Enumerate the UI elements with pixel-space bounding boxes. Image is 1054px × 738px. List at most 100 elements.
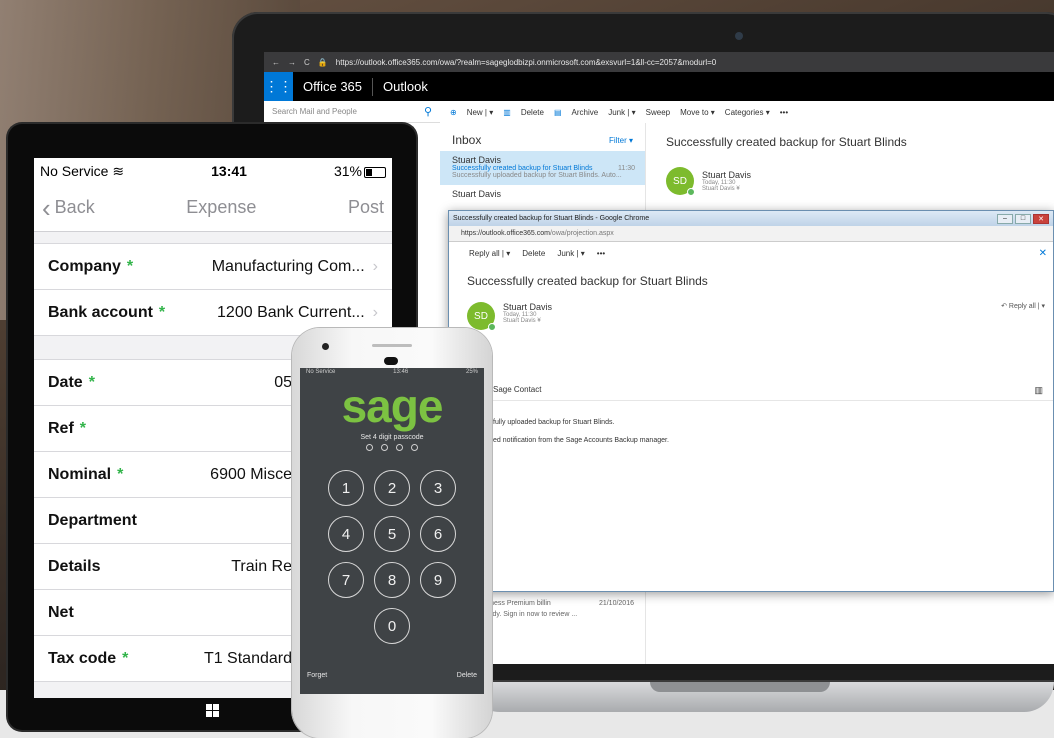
key-1[interactable]: 1 [328,470,364,506]
outlook-app-name[interactable]: Outlook [373,79,438,94]
passcode-dots [300,444,484,451]
new-mail-button[interactable]: New | ▾ [467,108,494,117]
search-mail-input[interactable]: Search Mail and People ⚲ [264,101,440,123]
field-company[interactable]: Company * Manufacturing Com... › [34,244,392,290]
presence-dot [488,323,496,331]
archive-button[interactable]: Archive [572,108,599,117]
sender-name[interactable]: Stuart Davis [503,302,552,312]
phone-speaker [384,357,398,365]
list-item[interactable]: Stuart Davis Successfully created backup… [440,151,645,185]
windows-logo-icon[interactable] [206,704,220,718]
field-value: Manufacturing Com... [211,257,365,275]
mail-time: 11:30 [618,165,635,172]
reply-all-link[interactable]: ↶ Reply all | ▾ [1001,302,1045,310]
new-plus-icon: ⊕ [450,107,457,117]
battery-percent: 31% [333,163,362,179]
mail-preview: Successfully uploaded backup for Stuart … [452,172,622,179]
key-6[interactable]: 6 [420,516,456,552]
office365-header: ⋮⋮ Office 365 Outlook [264,72,1054,101]
phone-camera [322,343,329,350]
phone-earpiece [372,344,412,347]
browser-url[interactable]: https://outlook.office365.com/owa/?realm… [336,58,717,67]
close-icon[interactable]: ✕ [1039,248,1047,259]
app-launcher-icon[interactable]: ⋮⋮ [264,72,293,101]
reply-all-button[interactable]: Reply all | ▾ [469,249,510,258]
avatar[interactable]: SD [467,302,496,331]
sweep-button[interactable]: Sweep [646,108,670,117]
forget-button[interactable]: Forget [307,672,327,679]
more-options-button[interactable]: ••• [780,108,788,117]
lock-icon: 🔒 [317,57,328,67]
sender-name[interactable]: Stuart Davis [702,170,751,180]
back-arrow-icon[interactable]: ← [272,58,280,67]
maximize-icon[interactable]: □ [1015,213,1031,224]
key-5[interactable]: 5 [374,516,410,552]
reading-subject: Successfully created backup for Stuart B… [666,135,907,149]
carrier-text: No Service [40,162,109,179]
field-value: T1 Standard [203,649,292,667]
avatar[interactable]: SD [666,167,695,196]
junk-button[interactable]: Junk | ▾ [608,108,635,117]
forward-arrow-icon[interactable]: → [288,58,296,67]
delete-button[interactable]: Delete [457,672,477,679]
status-time: 13:41 [211,163,247,179]
post-button[interactable]: Post [348,197,384,218]
passcode-dot [366,444,373,451]
email-body-line: fully uploaded backup for Stuart Blinds. [493,419,615,426]
key-8[interactable]: 8 [374,562,410,598]
tablet-status-bar: No Service ≋ 13:41 31% [34,158,392,184]
list-item[interactable]: Stuart Davis [440,185,645,205]
more-options-button[interactable]: ••• [597,249,605,258]
categories-button[interactable]: Categories ▾ [725,108,770,117]
office365-brand[interactable]: Office 365 [293,79,372,94]
popup-url-path: /owa/projection.aspx [549,230,614,237]
phone-screen: No Service 13:46 25% sage Set 4 digit pa… [300,368,484,694]
chrome-popup-window: Successfully created backup for Stuart B… [448,210,1054,592]
email-body-line: ed notification from the Sage Accounts B… [493,437,669,444]
popup-url-host: https://outlook.office365.com [461,230,550,237]
key-0[interactable]: 0 [374,608,410,644]
delete-button[interactable]: Delete [522,249,545,258]
status-time: 13:46 [393,369,409,375]
popup-titlebar[interactable]: Successfully created backup for Stuart B… [449,211,1053,226]
contact-header: Sage Contact ▥ [449,385,1053,401]
back-button[interactable]: ‹ Back [42,195,95,221]
mail-subject: Successfully created backup for Stuart B… [452,165,635,172]
minimize-icon[interactable]: – [997,213,1013,224]
key-3[interactable]: 3 [420,470,456,506]
search-placeholder: Search Mail and People [272,107,357,116]
key-9[interactable]: 9 [420,562,456,598]
reload-icon[interactable]: C [304,58,310,67]
popup-url-bar[interactable]: https://outlook.office365.com/owa/projec… [449,226,1053,242]
mail-date: 21/10/2016 [598,600,634,607]
section-divider [34,232,392,244]
inbox-title: Inbox [452,133,482,147]
page-title: Expense [186,197,257,217]
mail-command-bar: ⊕ New | ▾ ▥ Delete ▤ Archive Junk | ▾ Sw… [440,101,1054,123]
passcode-keypad: 1 2 3 4 5 6 7 8 9 0 [328,470,456,644]
recipient: Stuart Davis ¥ [702,186,740,192]
passcode-dot [396,444,403,451]
mail-sender: Stuart Davis [452,155,502,165]
filter-button[interactable]: Filter ▾ [609,136,633,145]
browser-address-bar[interactable]: ← → C 🔒 https://outlook.office365.com/ow… [264,52,1054,72]
laptop-notch [650,682,830,692]
junk-button[interactable]: Junk | ▾ [557,249,584,258]
close-icon[interactable]: ✕ [1033,213,1049,224]
field-value: 1200 Bank Current... [217,303,365,321]
chevron-right-icon: › [372,303,378,321]
field-value: Train Re [231,557,292,575]
sage-logo: sage [341,380,444,432]
key-7[interactable]: 7 [328,562,364,598]
key-2[interactable]: 2 [374,470,410,506]
battery-percent: 25% [465,369,478,375]
popup-title: Successfully created backup for Stuart B… [453,215,650,222]
archive-icon: ▤ [553,107,562,117]
move-to-button[interactable]: Move to ▾ [680,108,715,117]
delete-button[interactable]: Delete [521,108,544,117]
key-4[interactable]: 4 [328,516,364,552]
contact-name[interactable]: Sage Contact [493,385,541,394]
trash-icon[interactable]: ▥ [1034,385,1043,396]
search-icon[interactable]: ⚲ [424,105,432,118]
mail-sender: Stuart Davis [452,189,502,199]
